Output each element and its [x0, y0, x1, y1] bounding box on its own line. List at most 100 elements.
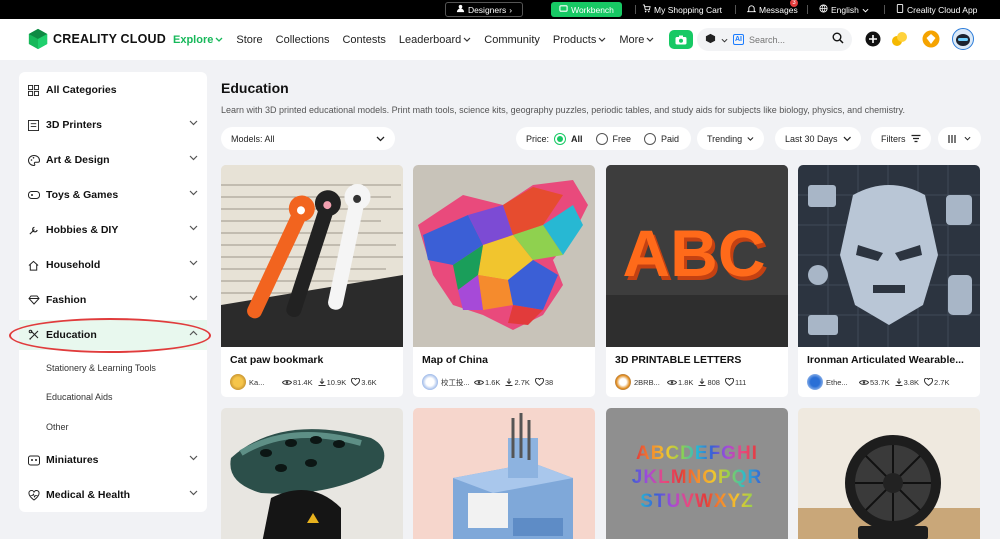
workbench-button[interactable]: Workbench [551, 2, 622, 17]
model-title[interactable]: Map of China [422, 354, 588, 366]
messages-link[interactable]: Messages 3 [746, 0, 798, 19]
subcategory-other[interactable]: Other [46, 422, 69, 432]
heart-pulse-icon [27, 489, 40, 502]
price-all-label[interactable]: All [571, 134, 583, 144]
models-dropdown[interactable]: Models: All [221, 127, 395, 150]
model-card[interactable]: ABC ABC 3D PRINTABLE LETTERS 2BRB... 1.8… [606, 165, 788, 397]
category-art-design[interactable]: Art & Design [19, 145, 207, 175]
downloads-value: 2.7K [514, 377, 530, 387]
model-card[interactable] [221, 408, 403, 539]
search-input[interactable] [749, 34, 824, 45]
model-thumbnail[interactable] [413, 165, 595, 347]
nav-collections[interactable]: Collections [276, 34, 330, 46]
layout-toggle[interactable] [938, 127, 981, 150]
price-free-radio[interactable] [595, 132, 608, 145]
price-paid-radio[interactable] [644, 132, 657, 145]
avatar[interactable] [615, 374, 631, 390]
model-card[interactable]: Cat paw bookmark Ka... 81.4K 10.9K 3.6K [221, 165, 403, 397]
sort-dropdown[interactable]: Trending [697, 127, 764, 150]
author-name[interactable]: Ka... [249, 378, 277, 387]
shopping-cart-link[interactable]: My Shopping Cart [642, 0, 722, 19]
model-thumbnail[interactable] [798, 165, 980, 347]
views-value: 53.7K [870, 377, 890, 387]
model-card[interactable] [413, 408, 595, 539]
download-icon [895, 378, 903, 386]
bookmark-image [221, 165, 403, 347]
category-hobbies-diy[interactable]: Hobbies & DIY [19, 215, 207, 245]
price-free-label[interactable]: Free [613, 134, 632, 144]
category-fashion[interactable]: Fashion [19, 285, 207, 315]
price-all-radio[interactable] [554, 132, 567, 145]
likes-value: 111 [734, 377, 747, 387]
category-miniatures[interactable]: Miniatures [19, 445, 207, 475]
chevron-right-icon: › [509, 4, 513, 15]
diamond-outline-icon [27, 294, 40, 307]
model-card[interactable]: Map of China 校工投... 1.6K 2.7K 38 [413, 165, 595, 397]
category-toys-games[interactable]: Toys & Games [19, 180, 207, 210]
figure-icon [27, 454, 40, 467]
author-name[interactable]: Ethe... [826, 378, 854, 387]
coins-button[interactable] [891, 30, 909, 48]
like-count[interactable]: 111 [724, 377, 747, 387]
search-icon[interactable] [832, 32, 844, 47]
avatar[interactable] [230, 374, 246, 390]
create-button[interactable] [864, 30, 882, 48]
workbench-label: Workbench [571, 4, 614, 15]
avatar[interactable] [807, 374, 823, 390]
user-avatar[interactable] [952, 28, 974, 50]
tools-icon [27, 224, 40, 237]
model-title[interactable]: Cat paw bookmark [230, 354, 396, 366]
logo[interactable]: CREALITY CLOUD [27, 28, 166, 50]
price-paid-label[interactable]: Paid [661, 134, 679, 144]
downloads-value: 3.8K [903, 377, 920, 387]
designers-button[interactable]: Designers › [445, 2, 523, 17]
model-card[interactable]: ABCDEFGHI JKLMNOPQR STUVWXYZ [606, 408, 788, 539]
like-count[interactable]: 2.7K [924, 378, 949, 387]
nav-contests[interactable]: Contests [342, 34, 385, 46]
category-all[interactable]: All Categories [19, 75, 207, 105]
category-education[interactable]: Education [19, 320, 207, 350]
model-title[interactable]: 3D PRINTABLE LETTERS [615, 354, 781, 366]
avatar[interactable] [422, 374, 438, 390]
period-dropdown[interactable]: Last 30 Days [775, 127, 861, 150]
model-card[interactable] [798, 408, 980, 539]
like-count[interactable]: 38 [534, 378, 553, 387]
membership-button[interactable] [922, 30, 940, 48]
subcategory-stationery[interactable]: Stationery & Learning Tools [46, 363, 156, 373]
ai-search-tag[interactable]: AI [733, 34, 744, 45]
model-title[interactable]: Ironman Articulated Wearable... [807, 354, 973, 366]
nav-explore[interactable]: Explore [173, 34, 223, 46]
category-3d-printers[interactable]: 3D Printers [19, 110, 207, 140]
eye-icon [474, 379, 484, 385]
image-search-button[interactable] [669, 30, 693, 49]
filters-button[interactable]: Filters [871, 127, 931, 150]
nav-products[interactable]: Products [553, 34, 606, 46]
subcategory-educational-aids[interactable]: Educational Aids [46, 392, 113, 402]
wheel-fan-image [798, 408, 980, 539]
category-label: Education [46, 329, 97, 341]
language-selector[interactable]: English [819, 0, 869, 19]
model-meta: Ethe... 53.7K 3.8K 2.7K [807, 374, 975, 390]
heart-icon [351, 378, 361, 386]
nav-leaderboard[interactable]: Leaderboard [399, 34, 471, 46]
like-count[interactable]: 3.6K [351, 378, 377, 387]
model-thumbnail[interactable] [221, 165, 403, 347]
divider [735, 5, 736, 14]
app-link[interactable]: Creality Cloud App [896, 0, 977, 19]
model-type-icon[interactable] [705, 33, 716, 47]
heart-icon [724, 378, 734, 386]
nav-community[interactable]: Community [484, 34, 540, 46]
model-card[interactable]: Ironman Articulated Wearable... Ethe... … [798, 165, 980, 397]
chevron-down-icon [189, 155, 198, 161]
nav-store-label: Store [236, 33, 263, 46]
author-name[interactable]: 校工投... [441, 377, 469, 388]
author-name[interactable]: 2BRB... [634, 378, 662, 387]
model-thumbnail[interactable]: ABC ABC [606, 165, 788, 347]
nav-store[interactable]: Store [236, 34, 262, 46]
nav-more[interactable]: More [619, 34, 654, 46]
chevron-down-icon[interactable] [721, 34, 728, 46]
category-medical-health[interactable]: Medical & Health [19, 480, 207, 510]
category-household[interactable]: Household [19, 250, 207, 280]
chevron-down-icon [189, 490, 198, 496]
page-description: Learn with 3D printed educational models… [221, 105, 906, 115]
